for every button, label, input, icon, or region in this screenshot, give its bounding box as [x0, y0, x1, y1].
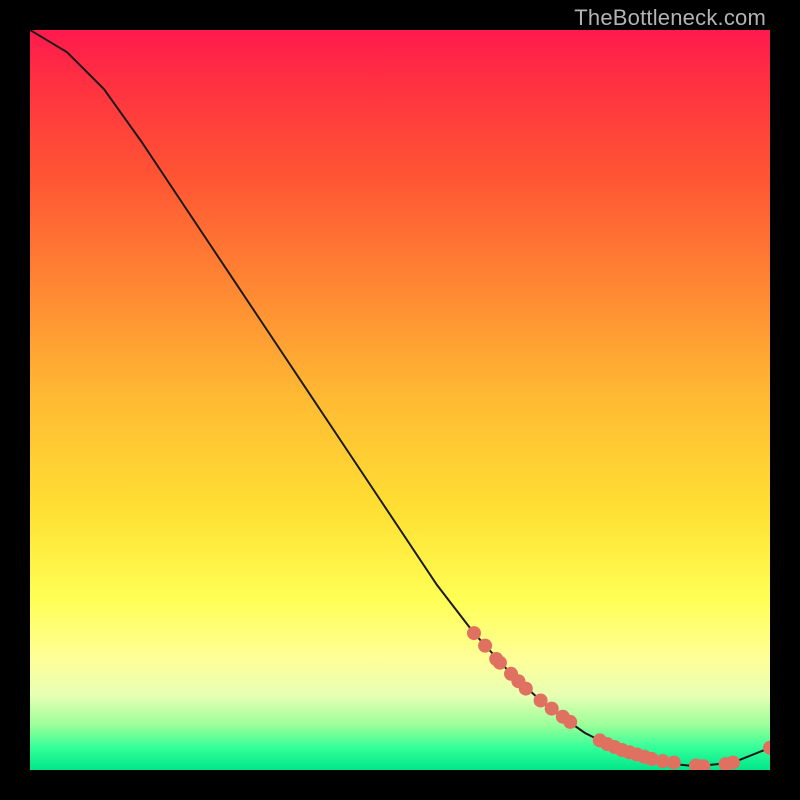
- marker-group: [467, 626, 770, 770]
- curve-line: [30, 30, 770, 766]
- plot-area: [30, 30, 770, 770]
- chart-container: TheBottleneck.com: [0, 0, 800, 800]
- marker-point: [467, 626, 481, 640]
- marker-point: [763, 741, 770, 755]
- marker-point: [563, 715, 577, 729]
- chart-svg: [30, 30, 770, 770]
- marker-point: [667, 756, 681, 770]
- marker-point: [493, 656, 507, 670]
- marker-point: [478, 639, 492, 653]
- marker-point: [726, 756, 740, 770]
- attribution-text: TheBottleneck.com: [574, 5, 766, 31]
- marker-point: [519, 682, 533, 696]
